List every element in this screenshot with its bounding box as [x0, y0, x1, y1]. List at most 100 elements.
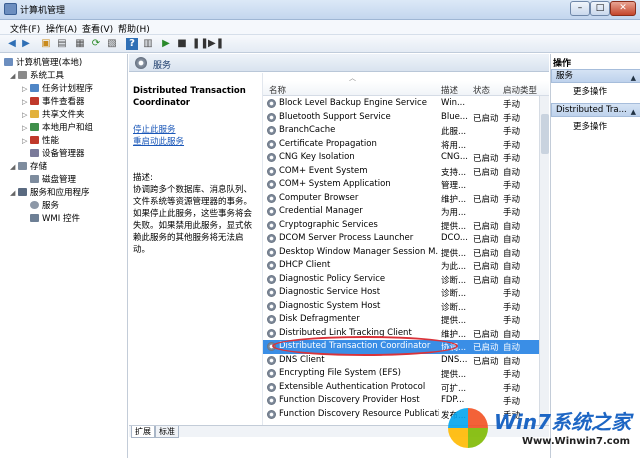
- stop-service-icon[interactable]: ■: [176, 38, 188, 50]
- collapsed-arrow-icon[interactable]: ▷: [22, 137, 30, 145]
- restart-service-link[interactable]: 重启动此服务: [133, 135, 184, 147]
- tree-node-event-viewer[interactable]: ▷ 事件查看器: [22, 95, 85, 107]
- tree-node-storage[interactable]: ◢ 存储: [10, 160, 47, 172]
- tree-node-disk-management[interactable]: 磁盘管理: [30, 173, 76, 185]
- back-icon[interactable]: ◀: [6, 38, 18, 50]
- gear-icon: [267, 193, 276, 203]
- computer-management-icon: [4, 3, 17, 15]
- row-service-name: BranchCache: [279, 125, 336, 135]
- table-row[interactable]: Disk Defragmenter 提供... 手动: [263, 313, 541, 327]
- collapsed-arrow-icon[interactable]: ▷: [22, 85, 30, 93]
- collapsed-arrow-icon[interactable]: ▷: [22, 124, 30, 132]
- collapsed-arrow-icon[interactable]: ▷: [22, 98, 30, 106]
- table-row[interactable]: DHCP Client 为此... 已启动 自动: [263, 259, 541, 273]
- minimize-button[interactable]: –: [570, 1, 590, 16]
- tab-standard[interactable]: 标准: [155, 426, 179, 438]
- row-status: 已启动: [473, 167, 499, 178]
- vertical-scrollbar[interactable]: [539, 96, 549, 425]
- column-startup-type[interactable]: 启动类型: [503, 84, 537, 96]
- table-row[interactable]: DCOM Server Process Launcher DCO... 已启动 自动: [263, 232, 541, 246]
- collapsed-arrow-icon[interactable]: ▷: [22, 111, 30, 119]
- more-actions-services[interactable]: 更多操作: [573, 85, 607, 97]
- stop-service-link[interactable]: 停止此服务: [133, 123, 176, 135]
- table-row[interactable]: Desktop Window Manager Session M... 提供...…: [263, 246, 541, 260]
- table-row[interactable]: Block Level Backup Engine Service Win... 手…: [263, 97, 541, 111]
- menu-file[interactable]: 文件(F): [10, 22, 40, 35]
- row-service-name: COM+ Event System: [279, 165, 368, 176]
- table-row[interactable]: COM+ Event System 支持... 已启动 自动: [263, 165, 541, 179]
- table-row[interactable]: DNS Client DNS... 已启动 自动: [263, 354, 541, 368]
- tree-node-local-users[interactable]: ▷ 本地用户和组: [22, 121, 93, 133]
- gear-icon: [267, 396, 276, 405]
- computer-icon: [4, 58, 13, 66]
- column-name[interactable]: 名称: [269, 84, 286, 96]
- pause-service-icon[interactable]: ❚❚: [192, 38, 209, 50]
- column-description[interactable]: 描述: [441, 84, 458, 96]
- tree-node-services-apps[interactable]: ◢ 服务和应用程序: [10, 186, 90, 198]
- row-startup-type: 手动: [503, 302, 521, 313]
- up-folder-icon[interactable]: ▣: [40, 38, 52, 50]
- table-row[interactable]: Diagnostic System Host 诊断... 手动: [263, 300, 541, 314]
- table-row[interactable]: Cryptographic Services 提供... 已启动 自动: [263, 219, 541, 233]
- row-startup-type: 自动: [503, 262, 521, 272]
- start-service-icon[interactable]: ▶: [160, 38, 172, 50]
- menu-bar: 文件(F) 操作(A) 查看(V) 帮助(H): [0, 20, 640, 35]
- folder-icon: [30, 110, 39, 118]
- row-description: 支持...: [441, 167, 467, 178]
- table-row[interactable]: COM+ System Application 管理... 手动: [263, 178, 541, 192]
- table-row[interactable]: Bluetooth Support Service Blue... 已启动 手动: [263, 111, 541, 125]
- menu-view[interactable]: 查看(V): [82, 22, 113, 35]
- table-row[interactable]: Certificate Propagation 将用... 手动: [263, 138, 541, 152]
- table-row[interactable]: Diagnostic Policy Service 诊断... 已启动 自动: [263, 273, 541, 287]
- row-description: 提供...: [441, 370, 467, 380]
- close-button[interactable]: ✕: [610, 1, 636, 16]
- tab-extended[interactable]: 扩展: [131, 426, 155, 438]
- actions-section-services[interactable]: 服务 ▲: [551, 69, 640, 83]
- watermark-url: Www.Winwin7.com: [522, 436, 631, 447]
- table-row[interactable]: Extensible Authentication Protocol 可扩... 手…: [263, 381, 541, 395]
- tree-node-performance[interactable]: ▷ 性能: [22, 134, 59, 146]
- wmi-icon: [30, 214, 39, 222]
- tree-node-task-scheduler[interactable]: ▷ 任务计划程序: [22, 82, 93, 94]
- refresh-icon[interactable]: ⟳: [90, 38, 102, 50]
- show-tree-icon[interactable]: ▤: [56, 38, 68, 50]
- title-bar[interactable]: 计算机管理 – □ ✕: [0, 0, 640, 20]
- table-row[interactable]: Diagnostic Service Host 诊断... 手动: [263, 286, 541, 300]
- table-row[interactable]: Credential Manager 为用... 手动: [263, 205, 541, 219]
- forward-icon[interactable]: ▶: [20, 38, 32, 50]
- help-icon[interactable]: ?: [126, 38, 138, 50]
- scrollbar-thumb[interactable]: [541, 114, 549, 154]
- row-startup-type: 自动: [503, 248, 521, 259]
- restart-service-icon[interactable]: ▶❚: [208, 38, 224, 50]
- table-row[interactable]: BranchCache 此服... 手动: [263, 124, 541, 138]
- row-startup-type: 手动: [503, 370, 521, 380]
- maximize-button[interactable]: □: [590, 1, 610, 16]
- tools-icon: [18, 71, 27, 79]
- table-row[interactable]: Computer Browser 维护... 已启动 手动: [263, 192, 541, 206]
- tree-node-device-manager[interactable]: 设备管理器: [30, 147, 85, 159]
- view-icon[interactable]: ▥: [142, 38, 154, 50]
- collapse-arrow-icon[interactable]: ▲: [631, 106, 636, 118]
- properties-icon[interactable]: ▦: [74, 38, 86, 50]
- row-service-name: CNG Key Isolation: [279, 152, 355, 162]
- tree-node-wmi[interactable]: WMI 控件: [30, 212, 80, 224]
- expanded-arrow-icon[interactable]: ◢: [10, 163, 18, 171]
- menu-help[interactable]: 帮助(H): [118, 22, 150, 35]
- windows-logo-icon: [448, 408, 488, 448]
- table-row[interactable]: CNG Key Isolation CNG... 已启动 手动: [263, 151, 541, 165]
- collapse-arrow-icon[interactable]: ▲: [631, 72, 636, 84]
- tree-node-computer-management[interactable]: 计算机管理(本地): [4, 56, 82, 68]
- table-row[interactable]: Encrypting File System (EFS) 提供... 手动: [263, 367, 541, 381]
- tree-node-shared-folders[interactable]: ▷ 共享文件夹: [22, 108, 85, 120]
- expanded-arrow-icon[interactable]: ◢: [10, 72, 18, 80]
- gear-icon: [267, 99, 276, 108]
- export-icon[interactable]: ▧: [106, 38, 118, 50]
- actions-section-selected-service[interactable]: Distributed Tra... ▲: [551, 103, 640, 117]
- column-status[interactable]: 状态: [473, 84, 490, 96]
- expanded-arrow-icon[interactable]: ◢: [10, 189, 18, 197]
- tree-node-services[interactable]: 服务: [30, 199, 59, 211]
- menu-action[interactable]: 操作(A): [46, 22, 77, 35]
- tree-node-system-tools[interactable]: ◢ 系统工具: [10, 69, 64, 81]
- gear-icon: [267, 112, 276, 122]
- more-actions-selected-service[interactable]: 更多操作: [573, 120, 607, 132]
